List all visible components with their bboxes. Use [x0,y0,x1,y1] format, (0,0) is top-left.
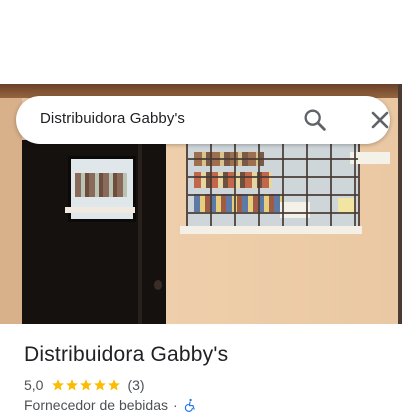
rating-stars [51,378,121,392]
place-title: Distribuidora Gabby's [24,343,229,366]
search-icon[interactable] [301,106,329,134]
photo-door-window [65,156,136,222]
photo-door-sill [65,207,135,213]
rating-row[interactable]: 5,0 (3) [24,376,145,394]
star-icon [94,379,107,391]
close-icon[interactable] [366,106,394,134]
search-bar[interactable]: Distribuidora Gabby's [16,96,390,144]
star-icon [52,379,65,391]
wheelchair-icon [184,398,195,412]
search-query-text[interactable]: Distribuidora Gabby's [40,110,185,127]
top-blank-area [0,0,408,84]
photo-door-handle [154,280,162,290]
star-icon [108,379,121,391]
review-count[interactable]: (3) [127,377,144,393]
place-category: Fornecedor de bebidas [24,397,168,413]
photo-window-sill [180,226,362,234]
photo-pole [398,84,402,324]
photo-door-goods [75,173,127,197]
photo-window-bars [188,142,358,230]
star-icon [66,379,79,391]
category-row: Fornecedor de bebidas · [24,397,197,413]
photo-shop-window [186,140,390,232]
photo-door-gap [138,140,142,324]
separator-dot: · [173,397,178,413]
rating-value: 5,0 [24,377,44,393]
star-icon [80,379,93,391]
